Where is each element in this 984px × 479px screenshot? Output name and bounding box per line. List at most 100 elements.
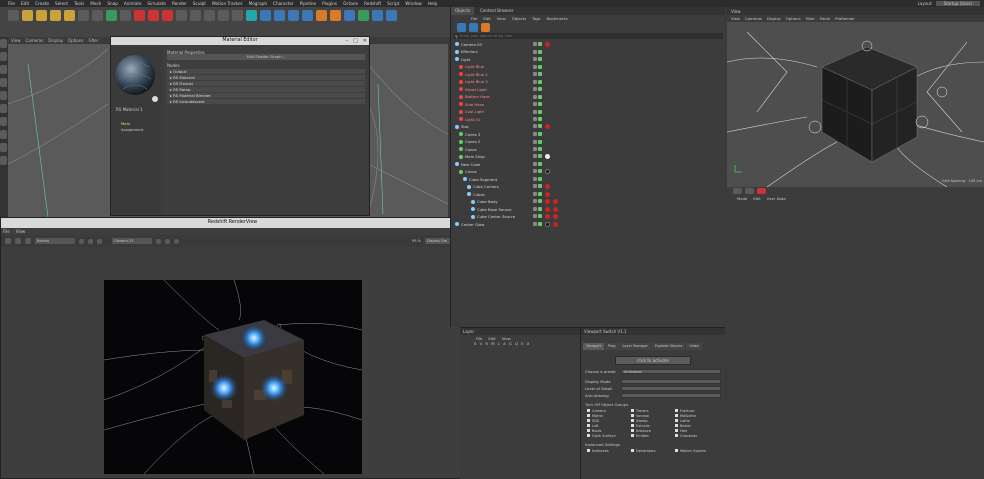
right-viewport-menu-display[interactable]: Display [767,16,781,21]
object-row[interactable]: Camera 03 [451,41,725,49]
pen-icon[interactable] [190,10,201,21]
material-tag-icon[interactable] [545,169,550,175]
vs-anti-aliasing-dropdown[interactable] [621,393,721,398]
layer-dot-icon[interactable] [533,221,537,226]
tag-icon[interactable] [330,10,341,21]
layer-dot-icon[interactable] [533,64,537,69]
aov-dropdown[interactable]: Beauty [35,238,75,244]
object-row[interactable]: Cube Body [451,199,725,206]
object-row[interactable]: Cool Light [451,109,725,116]
subdivide-icon[interactable] [204,10,215,21]
visibility-check-icon[interactable] [538,117,542,122]
node-rs-material-blender[interactable]: ▸ RS Material Blender [167,93,365,98]
stop-icon[interactable] [15,238,21,244]
rotate-icon[interactable] [64,10,75,21]
rs-icon[interactable] [358,10,369,21]
material-tag-icon[interactable] [553,199,558,205]
environment-icon[interactable] [246,10,257,21]
object-search-input[interactable] [459,33,660,39]
node-rs-material[interactable]: ▸ RS Material [167,75,365,80]
object-row[interactable]: Light Blue 2 [451,71,725,79]
viewport-menu-display[interactable]: Display [48,38,63,43]
object-row[interactable]: Light Blue 3 [451,79,725,86]
layer-dot-icon[interactable] [533,49,537,54]
cube-icon[interactable] [176,10,187,21]
close-icon[interactable]: ✕ [363,37,367,45]
visibility-check-icon[interactable] [538,124,542,129]
layer-dot-icon[interactable] [533,147,537,152]
visibility-check-icon[interactable] [538,199,542,204]
object-row[interactable]: Side Haze [451,101,725,109]
visibility-check-icon[interactable] [538,72,542,77]
om-menu-objects[interactable]: Objects [512,16,526,21]
layer-dot-icon[interactable] [533,124,537,129]
layer-dot-icon[interactable] [533,132,537,137]
camera-icon[interactable] [260,10,271,21]
object-row[interactable]: Cones 2 [451,139,725,146]
menu-simulate[interactable]: Simulate [147,1,166,6]
menu-snap[interactable]: Snap [107,1,118,6]
minimize-icon[interactable]: – [346,37,349,45]
visibility-check-icon[interactable] [538,177,542,182]
checkbox-icon[interactable] [675,409,678,412]
layer-dot-icon[interactable] [533,169,537,174]
viewport-menu-options[interactable]: Options [68,38,83,43]
visibility-check-icon[interactable] [538,184,542,189]
bucket-icon[interactable] [156,238,161,244]
om-menu-view[interactable]: View [497,16,506,21]
right-viewport-menu-panel[interactable]: Panel [820,16,830,21]
object-row[interactable]: Cones 3 [451,131,725,139]
layer-dot-icon[interactable] [533,162,537,167]
visibility-check-icon[interactable] [538,169,542,174]
om-menu-tags[interactable]: Tags [532,16,540,21]
z-axis-icon[interactable] [120,10,131,21]
checkbox-icon[interactable] [587,424,590,427]
layer-dot-icon[interactable] [533,109,537,114]
material-tag-icon[interactable] [545,214,550,220]
viewport-menu-view[interactable]: View [11,38,21,43]
renderview-menu-view[interactable]: View [16,229,26,234]
material-tag-icon[interactable] [545,206,550,212]
recent-icon[interactable] [78,10,89,21]
vs-tab-video[interactable]: Video [686,343,702,350]
layer-dot-icon[interactable] [533,87,537,92]
menu-character[interactable]: Character [273,1,294,6]
object-row[interactable]: Light [451,56,725,64]
layer-dot-icon[interactable] [533,57,537,62]
preview-options-icon[interactable] [152,96,158,102]
object-row[interactable]: Light Blue [451,64,725,71]
preset-dropdown[interactable]: Animation [621,369,721,374]
menu-motion-tracker[interactable]: Motion Tracker [212,1,243,6]
scale-icon[interactable] [50,10,61,21]
checkbox-icon[interactable] [675,414,678,417]
object-row[interactable]: Cube Corners [451,184,725,191]
visibility-check-icon[interactable] [538,191,542,196]
menu-script[interactable]: Script [387,1,399,6]
right-viewport-menu-prorender[interactable]: ProRender [835,16,855,21]
lock-icon[interactable] [757,188,766,194]
visibility-check-icon[interactable] [538,41,542,46]
menu-create[interactable]: Create [35,1,49,6]
menu-window[interactable]: Window [405,1,422,6]
polygons-icon[interactable] [0,117,7,126]
object-row[interactable]: Cubes [451,191,725,199]
menu-redshift[interactable]: Redshift [364,1,381,6]
checkbox-icon[interactable] [587,434,590,437]
instanced-toggle-motion-system[interactable]: Motion System [675,448,719,453]
visibility-check-icon[interactable] [538,162,542,167]
checkbox-icon[interactable] [631,414,634,417]
right-viewport-menu-view[interactable]: View [731,16,740,21]
group-toggle-emitter[interactable]: Emitter [631,433,675,438]
layer-dot-icon[interactable] [533,199,537,204]
y-axis-icon[interactable] [106,10,117,21]
pause-icon[interactable] [79,238,84,244]
menu-octane[interactable]: Octane [343,1,358,6]
checkbox-icon[interactable] [631,434,634,437]
menu-mesh[interactable]: Mesh [90,1,101,6]
vs-tab-prog[interactable]: Prog [605,343,619,350]
vs-display-mode-dropdown[interactable] [621,379,721,384]
visibility-check-icon[interactable] [538,57,542,62]
attributes-menu-user-data[interactable]: User Data [767,196,786,201]
maximize-icon[interactable]: □ [353,37,358,45]
right-viewport-menu-options[interactable]: Options [786,16,801,21]
